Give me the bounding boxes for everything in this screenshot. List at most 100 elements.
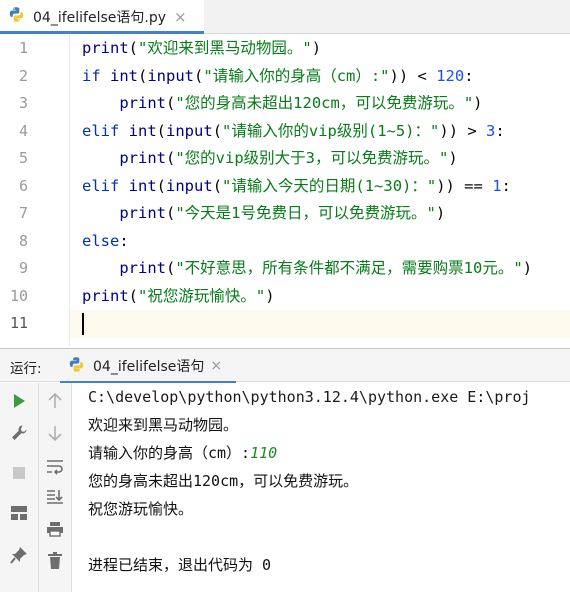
code-token: ( <box>166 204 176 222</box>
code-token: "请输入今天的日期(1~30)：" <box>222 176 437 195</box>
pin-icon[interactable] <box>6 543 32 567</box>
line-number: 6 <box>18 176 28 195</box>
code-token: ) <box>473 94 483 112</box>
code-token: ) <box>522 259 533 277</box>
code-token: int <box>110 66 138 85</box>
code-token: ) <box>311 39 322 57</box>
arrow-up-icon[interactable] <box>42 389 68 413</box>
code-token: print <box>119 259 166 277</box>
code-token: ( <box>138 66 148 85</box>
code-line: print("您的vip级别大于3，可以免费游玩。") <box>82 144 458 172</box>
python-file-icon <box>68 356 85 377</box>
code-line: print("您的身高未超出120cm，可以免费游玩。") <box>82 89 483 117</box>
code-token: print <box>119 94 166 112</box>
code-token: ( <box>194 66 204 85</box>
code-token: : <box>119 231 129 250</box>
run-tab-title: 04_ifelifelse语句 <box>93 359 205 375</box>
code-token: ( <box>166 259 176 277</box>
code-token: ( <box>128 286 139 305</box>
console-command-line: C:\develop\python\python3.12.4\python.ex… <box>88 388 531 406</box>
wrench-icon[interactable] <box>6 421 32 445</box>
run-tab[interactable]: 04_ifelifelse语句 × <box>60 349 236 384</box>
code-token: input <box>166 176 213 195</box>
code-token: elif <box>82 121 129 140</box>
run-panel-label: 运行: <box>10 361 42 377</box>
code-token: ( <box>156 121 167 140</box>
code-token: ) <box>448 149 458 167</box>
rerun-icon[interactable] <box>6 389 32 413</box>
console-output[interactable]: C:\develop\python\python3.12.4\python.ex… <box>72 383 570 592</box>
code-token: input <box>166 121 213 140</box>
python-file-icon <box>8 6 25 27</box>
print-icon[interactable] <box>42 517 68 541</box>
console-toolbar <box>39 383 72 592</box>
console-prompt: 请输入你的身高（cm）: <box>88 444 251 462</box>
soft-wrap-icon[interactable] <box>42 455 68 479</box>
text-caret <box>82 313 84 335</box>
code-line: print("欢迎来到黑马动物园。") <box>82 34 321 62</box>
line-number: 7 <box>18 204 28 222</box>
code-token: input <box>147 66 195 85</box>
line-number: 4 <box>18 121 28 140</box>
code-token: ) <box>265 286 275 305</box>
code-token: "您的vip级别大于3，可以免费游玩。" <box>175 149 449 167</box>
code-token: elif <box>82 176 129 195</box>
trash-icon[interactable] <box>42 549 68 573</box>
code-token: if <box>82 66 110 85</box>
code-token: ( <box>128 39 139 57</box>
console-output-line: 欢迎来到黑马动物园。 <box>88 416 239 434</box>
code-line: elif int(input("请输入今天的日期(1~30)：")) == 1: <box>82 172 511 200</box>
code-token: print <box>82 286 129 305</box>
code-token: print <box>119 149 166 167</box>
code-editor[interactable]: 1 2 3 4 5 6 7 8 9 10 11 print("欢迎来到黑马动物园。") if int(… <box>0 34 570 346</box>
code-token: int <box>128 176 157 195</box>
editor-tab-title: 04_ifelifelse语句.py <box>33 9 166 26</box>
scroll-to-end-icon[interactable] <box>42 485 68 509</box>
code-token: ) <box>435 204 446 222</box>
code-token: ( <box>156 176 167 195</box>
close-icon[interactable]: × <box>210 358 222 374</box>
code-token: int <box>128 121 157 140</box>
close-icon[interactable]: × <box>174 8 187 26</box>
stop-icon[interactable] <box>6 461 32 485</box>
line-number: 8 <box>18 231 28 250</box>
code-token: 120 <box>436 66 465 85</box>
console-user-input: 110 <box>250 444 278 462</box>
code-token: ( <box>212 176 223 195</box>
code-line: print("祝您游玩愉快。") <box>82 282 275 310</box>
code-token: )) == <box>436 176 493 195</box>
code-token: "请输入你的vip级别(1~5)：" <box>222 121 440 140</box>
arrow-down-icon[interactable] <box>42 421 68 445</box>
console-exit-line: 进程已结束，退出代码为 0 <box>88 556 272 574</box>
code-token: : <box>501 176 511 195</box>
code-token: 3 <box>486 121 496 140</box>
line-number: 9 <box>18 259 28 277</box>
run-toolbar <box>0 383 39 592</box>
console-input-line: 请输入你的身高（cm）:110 <box>88 439 277 467</box>
line-number: 11 <box>9 314 28 332</box>
line-number: 5 <box>18 149 28 167</box>
gutter-divider <box>69 34 70 346</box>
code-token: 1 <box>492 176 502 195</box>
code-token: ( <box>212 121 223 140</box>
code-token: )) > <box>439 121 487 140</box>
line-number: 2 <box>18 66 28 85</box>
code-token: print <box>82 39 129 57</box>
code-token: else <box>82 231 120 250</box>
code-line: print("今天是1号免费日，可以免费游玩。") <box>82 199 445 227</box>
line-number: 1 <box>18 39 28 57</box>
console-output-line: 您的身高未超出120cm，可以免费游玩。 <box>88 472 359 490</box>
code-token: : <box>495 121 505 140</box>
layout-icon[interactable] <box>6 501 32 525</box>
code-token: )) < <box>389 66 437 85</box>
code-token: "您的身高未超出120cm，可以免费游玩。" <box>175 94 474 112</box>
code-token: print <box>119 204 166 222</box>
editor-tab-bar: 04_ifelifelse语句.py × <box>0 0 570 34</box>
code-line: if int(input("请输入你的身高（cm）:")) < 120: <box>82 62 474 90</box>
current-line-highlight <box>0 310 570 338</box>
line-number: 10 <box>9 286 28 305</box>
editor-tab[interactable]: 04_ifelifelse语句.py × <box>0 0 204 34</box>
